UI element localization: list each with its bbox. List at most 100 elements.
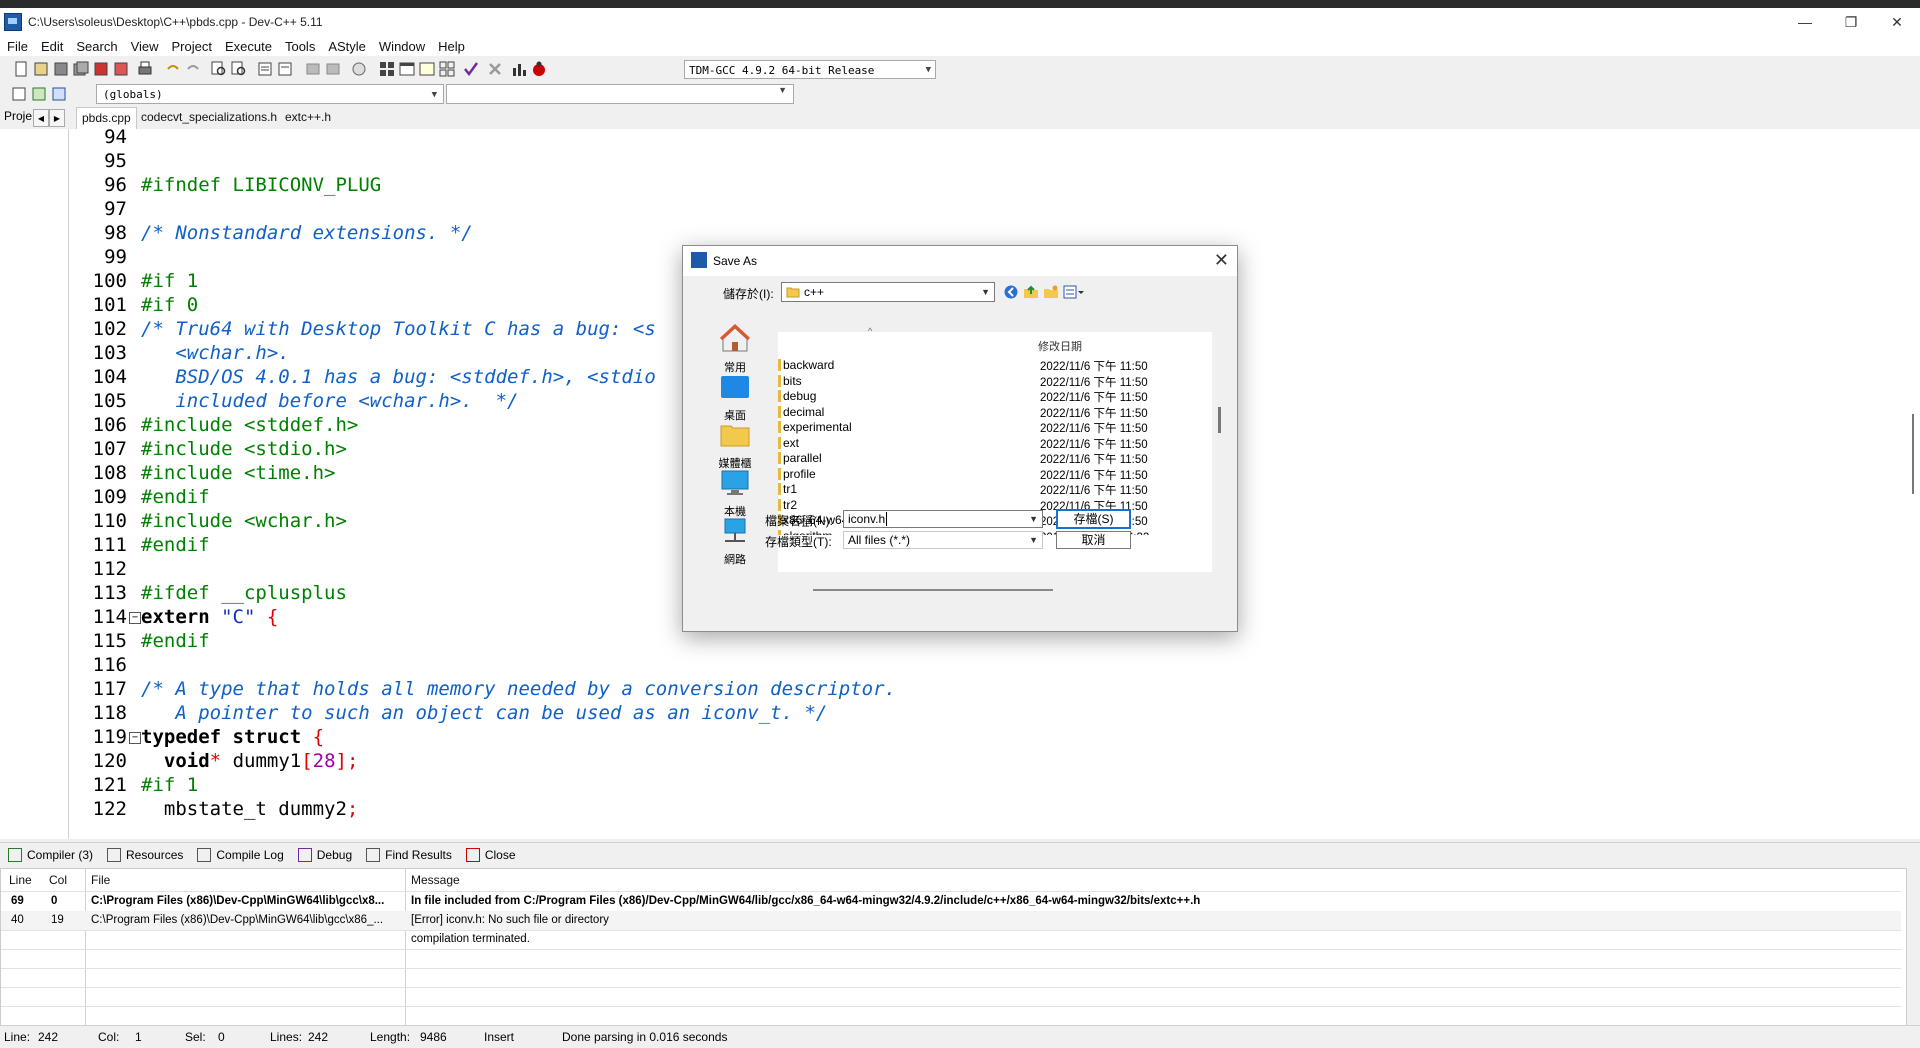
place-quick-access[interactable]: 常用 xyxy=(709,323,761,375)
save-icon[interactable] xyxy=(52,60,70,78)
place-network[interactable]: 網路 xyxy=(709,516,761,567)
cancel-button[interactable]: 取消 xyxy=(1056,531,1131,549)
menu-tools[interactable]: Tools xyxy=(278,39,321,54)
place-desktop[interactable]: 桌面 xyxy=(709,372,761,423)
menu-project[interactable]: Project xyxy=(165,39,218,54)
tab-close[interactable]: Close xyxy=(465,848,516,862)
save-button[interactable]: 存檔(S) xyxy=(1056,509,1131,529)
fold-toggle-icon[interactable]: − xyxy=(129,732,141,744)
compiler-select[interactable]: TDM-GCC 4.9.2 64-bit Release ▼ xyxy=(684,60,936,79)
save-as-dialog: Save As ✕ 儲存於(I): c++ ▼ 常用 桌面 媒體櫃 本機 網路 … xyxy=(682,245,1238,632)
dialog-close-icon[interactable]: ✕ xyxy=(1214,250,1229,271)
new-file-icon[interactable] xyxy=(12,60,30,78)
menu-search[interactable]: Search xyxy=(69,39,123,54)
print-icon[interactable] xyxy=(136,60,154,78)
message-row[interactable]: 69 0 C:\Program Files (x86)\Dev-Cpp\MinGW6… xyxy=(1,892,1901,911)
filename-input[interactable]: iconv.h ▼ xyxy=(843,510,1043,528)
compiler-messages[interactable]: Line Col File Message 69 0 C:\Program File… xyxy=(0,868,1907,1026)
undo-icon[interactable] xyxy=(164,60,182,78)
menu-execute[interactable]: Execute xyxy=(218,39,278,54)
unindent-icon[interactable] xyxy=(324,60,342,78)
resources-icon xyxy=(107,848,122,862)
code-text: #if 1 xyxy=(141,270,199,292)
goto-declaration-icon[interactable] xyxy=(30,85,48,103)
new-project-icon[interactable] xyxy=(378,60,396,78)
filetype-select[interactable]: All files (*.*) ▼ xyxy=(843,531,1043,549)
code-text: #if 0 xyxy=(141,294,199,316)
tab-codecvt-specializations[interactable]: codecvt_specializations.h xyxy=(136,107,282,128)
close-file-icon[interactable] xyxy=(92,60,110,78)
save-in-select[interactable]: c++ ▼ xyxy=(781,282,995,302)
tab-resources[interactable]: Resources xyxy=(107,848,183,862)
insert-icon[interactable] xyxy=(10,85,28,103)
check-syntax-icon[interactable] xyxy=(462,60,480,78)
comment-icon[interactable] xyxy=(350,60,368,78)
scope-select-value: (globals) xyxy=(103,88,163,101)
col-header-message[interactable]: Message xyxy=(411,871,460,889)
col-header-file[interactable]: File xyxy=(91,871,110,889)
tab-compile-log[interactable]: Compile Log xyxy=(197,848,284,862)
window-icon[interactable] xyxy=(398,60,416,78)
replace-icon[interactable] xyxy=(230,60,248,78)
member-select[interactable]: ▼ xyxy=(446,84,794,104)
place-this-pc[interactable]: 本機 xyxy=(709,468,761,519)
scrollbar-thumb[interactable] xyxy=(1912,414,1914,494)
file-list-scroll-thumb[interactable] xyxy=(1218,407,1221,433)
layout-icon[interactable] xyxy=(418,60,436,78)
line-number: 112 xyxy=(92,558,127,580)
goto-definition-icon[interactable] xyxy=(50,85,68,103)
col-header-col[interactable]: Col xyxy=(49,871,67,889)
col-header-line[interactable]: Line xyxy=(9,871,32,889)
file-name: profile xyxy=(783,466,816,481)
indent-icon[interactable] xyxy=(304,60,322,78)
debug-bug-icon[interactable] xyxy=(530,60,548,78)
minimize-button[interactable]: — xyxy=(1782,8,1828,36)
close-window-button[interactable]: ✕ xyxy=(1874,8,1920,36)
new-folder-icon[interactable] xyxy=(1043,284,1059,300)
view-menu-icon[interactable] xyxy=(1063,284,1085,300)
tab-extc-h[interactable]: extc++.h xyxy=(280,107,336,128)
close-all-icon[interactable] xyxy=(112,60,130,78)
tab-scroll-left-icon[interactable]: ◀ xyxy=(33,109,49,127)
tab-scroll-right-icon[interactable]: ▶ xyxy=(49,109,65,127)
goto-line-icon[interactable] xyxy=(256,60,274,78)
find-icon[interactable] xyxy=(210,60,228,78)
menu-astyle[interactable]: AStyle xyxy=(321,39,372,54)
menu-help[interactable]: Help xyxy=(431,39,471,54)
message-row[interactable]: 40 19 C:\Program Files (x86)\Dev-Cpp\MinGW… xyxy=(1,911,1901,930)
scope-select[interactable]: (globals) ▼ xyxy=(96,84,444,104)
chevron-down-icon: ▼ xyxy=(1029,535,1038,545)
menu-file[interactable]: File xyxy=(0,39,34,54)
redo-icon[interactable] xyxy=(184,60,202,78)
tab-pbds-cpp[interactable]: pbds.cpp xyxy=(76,107,137,129)
menu-view[interactable]: View xyxy=(124,39,165,54)
back-icon[interactable] xyxy=(1003,284,1019,300)
line-number: 114 xyxy=(92,606,127,628)
save-all-icon[interactable] xyxy=(72,60,90,78)
chart-icon[interactable] xyxy=(510,60,528,78)
project-panel-tab[interactable]: Proje xyxy=(4,109,32,123)
tab-compiler[interactable]: Compiler (3) xyxy=(8,848,93,862)
code-text: /* Tru64 with Desktop Toolkit C has a bu… xyxy=(141,318,656,340)
message-row[interactable]: compilation terminated. xyxy=(1,930,1901,949)
place-libraries[interactable]: 媒體櫃 xyxy=(709,420,761,471)
toggle-bookmark-icon[interactable] xyxy=(276,60,294,78)
tab-find-results[interactable]: Find Results xyxy=(366,848,452,862)
stop-icon[interactable] xyxy=(486,60,504,78)
project-panel[interactable] xyxy=(0,129,69,839)
menu-window[interactable]: Window xyxy=(372,39,431,54)
code-text: #ifndef LIBICONV_PLUG xyxy=(141,174,382,196)
maximize-button[interactable]: ❐ xyxy=(1828,8,1874,36)
editor-vertical-scrollbar[interactable] xyxy=(1906,129,1920,839)
open-file-icon[interactable] xyxy=(32,60,50,78)
grid-icon[interactable] xyxy=(438,60,456,78)
fold-toggle-icon[interactable]: − xyxy=(129,612,141,624)
text-caret xyxy=(886,512,888,526)
up-folder-icon[interactable] xyxy=(1023,284,1039,300)
status-message: Done parsing in 0.016 seconds xyxy=(562,1030,728,1044)
column-header-date-modified[interactable]: 修改日期 xyxy=(1038,338,1082,354)
file-list-horizontal-scrollbar[interactable] xyxy=(813,589,1053,591)
menu-edit[interactable]: Edit xyxy=(34,39,69,54)
tab-debug[interactable]: Debug xyxy=(297,848,352,862)
file-name: bits xyxy=(783,373,802,388)
